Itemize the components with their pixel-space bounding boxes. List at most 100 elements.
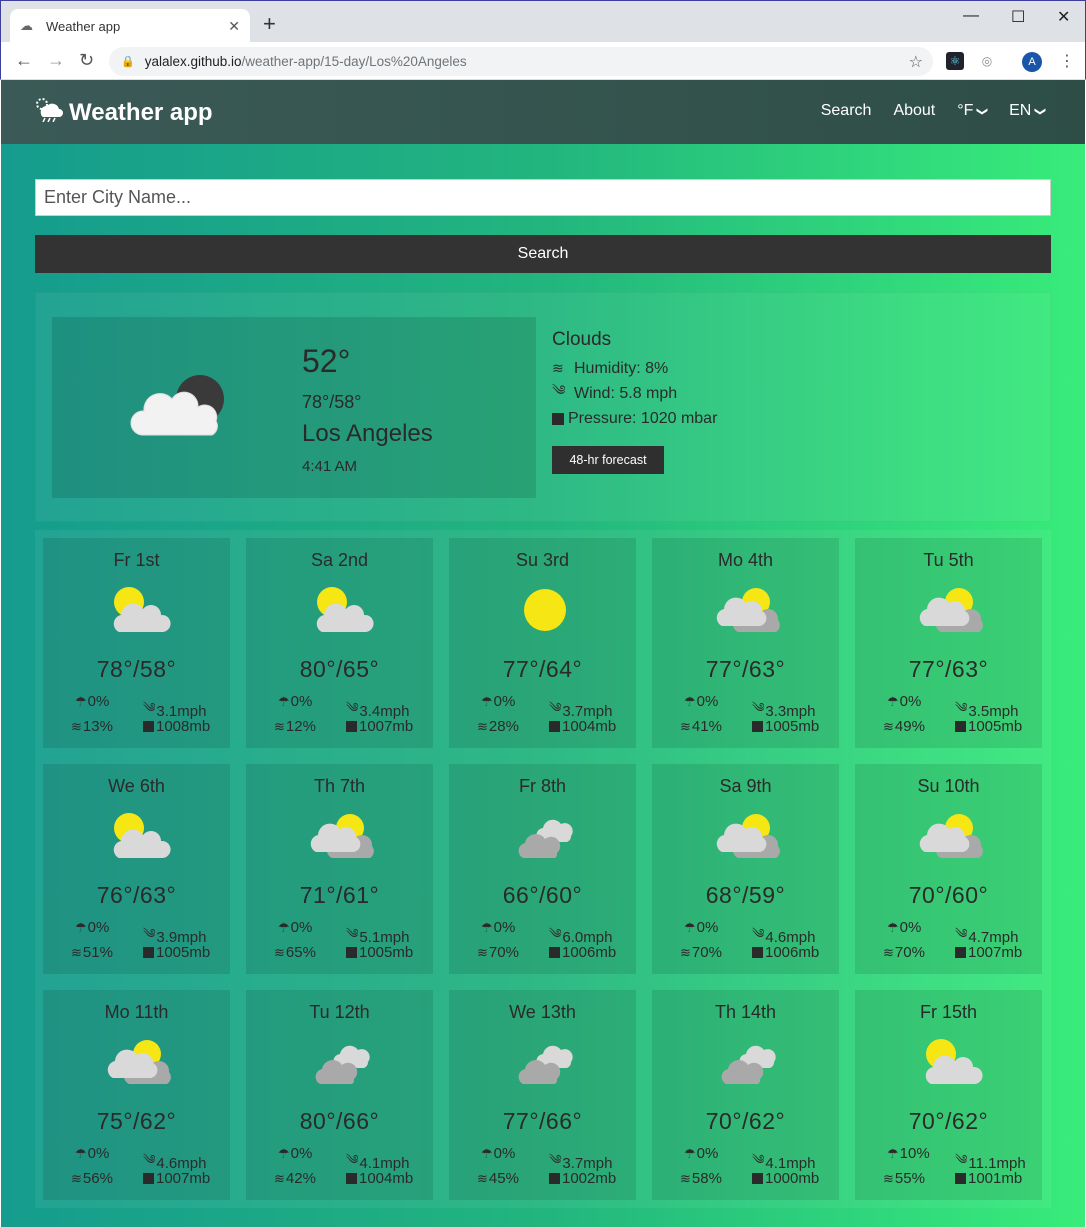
day-humidity: ≋ 13% — [71, 718, 113, 735]
forecast-day-card[interactable]: Su 10th 70°/60° ☂ 0% ༄ 4.7mph ≋ 70% 1007mb — [855, 764, 1042, 974]
humidity-value: 42% — [285, 1170, 316, 1187]
day-pressure: 1004mb — [346, 1170, 413, 1187]
umbrella-icon: ☂ — [481, 693, 493, 709]
reload-icon[interactable]: ↻ — [79, 50, 94, 70]
browser-menu-icon[interactable]: ⋮ — [1059, 51, 1075, 71]
forecast-day-card[interactable]: Tu 5th 77°/63° ☂ 0% ༄ 3.5mph ≋ 49% 1005mb — [855, 538, 1042, 748]
48hr-forecast-button[interactable]: 48-hr forecast — [552, 446, 664, 474]
humidity-value: 70% — [691, 944, 722, 961]
maximize-icon[interactable]: ☐ — [1011, 7, 1025, 27]
browser-titlebar: ☁ Weather app ✕ + — ☐ ✕ — [0, 0, 1086, 43]
react-devtools-icon[interactable]: ⚛ — [946, 52, 964, 70]
sun-cloud-icon — [107, 586, 171, 634]
minimize-icon[interactable]: — — [963, 7, 979, 25]
forecast-day-card[interactable]: Sa 9th 68°/59° ☂ 0% ༄ 4.6mph ≋ 70% 1006mb — [652, 764, 839, 974]
precip-value: 0% — [290, 693, 313, 710]
precip-value: 10% — [899, 1145, 930, 1162]
precip-value: 0% — [696, 693, 719, 710]
forecast-day-card[interactable]: Fr 1st 78°/58° ☂ 0% ༄ 3.1mph ≋ 13% 1008mb — [43, 538, 230, 748]
forecast-day-card[interactable]: Fr 15th 70°/62° ☂ 10% ༄ 11.1mph ≋ 55% 1001m… — [855, 990, 1042, 1200]
humidity-value: 56% — [82, 1170, 113, 1187]
humidity-icon: ≋ — [71, 1170, 82, 1186]
nav-links: Search About °F ❯ EN ❯ — [821, 102, 1046, 120]
tab-close-icon[interactable]: ✕ — [228, 18, 240, 35]
humidity-value: 41% — [691, 718, 722, 735]
day-temperature: 71°/61° — [299, 882, 380, 908]
forecast-day-card[interactable]: Th 14th 70°/62° ☂ 0% ༄ 4.1mph ≋ 58% 1000mb — [652, 990, 839, 1200]
day-pressure: 1005mb — [752, 718, 819, 735]
forward-icon[interactable]: → — [47, 50, 65, 70]
cloud-rain-logo-icon — [33, 96, 63, 129]
units-dropdown[interactable]: °F ❯ — [957, 102, 988, 120]
precip-value: 0% — [493, 919, 516, 936]
forecast-day-card[interactable]: Su 3rd 77°/64° ☂ 0% ༄ 3.7mph ≋ 28% 1004mb — [449, 538, 636, 748]
forecast-day-card[interactable]: Mo 11th 75°/62° ☂ 0% ༄ 4.6mph ≋ 56% 1007mb — [43, 990, 230, 1200]
new-tab-icon[interactable]: + — [263, 13, 276, 35]
browser-toolbar: ← → ↻ 🔒 yalalex.github.io/weather-app/15… — [0, 42, 1086, 80]
tab-title: Weather app — [46, 18, 121, 34]
language-dropdown[interactable]: EN ❯ — [1009, 102, 1046, 120]
city-search-input[interactable] — [35, 179, 1051, 216]
umbrella-icon: ☂ — [684, 693, 696, 709]
current-weather-card: 52° 78°/58° Los Angeles 4:41 AM — [52, 317, 536, 498]
day-precipitation: ☂ 0% — [684, 919, 718, 936]
day-pressure: 1007mb — [143, 1170, 210, 1187]
umbrella-icon: ☂ — [887, 693, 899, 709]
chevron-down-icon: ❯ — [975, 106, 988, 117]
day-pressure: 1005mb — [955, 718, 1022, 735]
day-pressure: 1005mb — [346, 944, 413, 961]
pressure-value: 1004mb — [359, 1170, 414, 1187]
pressure-value: 1005mb — [968, 718, 1023, 735]
precip-value: 0% — [290, 1145, 313, 1162]
day-name: Tu 12th — [309, 1002, 370, 1022]
brand[interactable]: Weather app — [33, 96, 213, 129]
address-bar[interactable]: 🔒 yalalex.github.io/weather-app/15-day/L… — [109, 47, 933, 76]
day-pressure: 1005mb — [143, 944, 210, 961]
profile-avatar[interactable]: A — [1022, 52, 1042, 72]
forecast-day-card[interactable]: Th 7th 71°/61° ☂ 0% ༄ 5.1mph ≋ 65% 1005mb — [246, 764, 433, 974]
current-time: 4:41 AM — [302, 458, 358, 475]
current-weather-panel: 52° 78°/58° Los Angeles 4:41 AM Clouds ≋… — [35, 292, 1051, 522]
forecast-day-card[interactable]: We 6th 76°/63° ☂ 0% ༄ 3.9mph ≋ 51% 1005mb — [43, 764, 230, 974]
browser-tab[interactable]: ☁ Weather app ✕ — [10, 9, 250, 43]
forecast-day-card[interactable]: We 13th 77°/66° ☂ 0% ༄ 3.7mph ≋ 45% 1002mb — [449, 990, 636, 1200]
clouds-icon — [310, 1038, 374, 1086]
day-precipitation: ☂ 0% — [75, 693, 109, 710]
day-temperature: 78°/58° — [96, 656, 177, 682]
search-button[interactable]: Search — [35, 235, 1051, 273]
clouds-icon — [513, 1038, 577, 1086]
day-temperature: 66°/60° — [502, 882, 583, 908]
app-navbar: Weather app Search About °F ❯ EN ❯ — [1, 80, 1085, 144]
umbrella-icon: ☂ — [75, 1145, 87, 1161]
forecast-day-card[interactable]: Sa 2nd 80°/65° ☂ 0% ༄ 3.4mph ≋ 12% 1007mb — [246, 538, 433, 748]
nav-about-link[interactable]: About — [893, 102, 935, 120]
back-icon[interactable]: ← — [15, 50, 33, 70]
forecast-day-card[interactable]: Tu 12th 80°/66° ☂ 0% ༄ 4.1mph ≋ 42% 1004mb — [246, 990, 433, 1200]
humidity-value: 49% — [894, 718, 925, 735]
day-humidity: ≋ 45% — [477, 1170, 519, 1187]
day-temperature: 77°/63° — [705, 656, 786, 682]
day-precipitation: ☂ 0% — [278, 919, 312, 936]
window-close-icon[interactable]: ✕ — [1057, 7, 1070, 27]
day-humidity: ≋ 56% — [71, 1170, 113, 1187]
day-temperature: 70°/62° — [908, 1108, 989, 1134]
day-precipitation: ☂ 0% — [75, 919, 109, 936]
extension-icon[interactable]: ◎ — [978, 52, 996, 70]
pressure-icon — [143, 1173, 154, 1184]
forecast-day-card[interactable]: Fr 8th 66°/60° ☂ 0% ༄ 6.0mph ≋ 70% 1006mb — [449, 764, 636, 974]
pressure-value: 1007mb — [359, 718, 414, 735]
day-pressure: 1000mb — [752, 1170, 819, 1187]
humidity-icon: ≋ — [680, 944, 691, 960]
nav-search-link[interactable]: Search — [821, 102, 872, 120]
pressure-value: 1007mb — [156, 1170, 211, 1187]
cloud-sun-icon — [107, 1038, 171, 1086]
forecast-day-card[interactable]: Mo 4th 77°/63° ☂ 0% ༄ 3.3mph ≋ 41% 1005mb — [652, 538, 839, 748]
pressure-value: 1005mb — [765, 718, 820, 735]
pressure-icon — [346, 947, 357, 958]
current-city: Los Angeles — [302, 420, 433, 447]
clouds-icon — [513, 812, 577, 860]
day-humidity: ≋ 58% — [680, 1170, 722, 1187]
pressure-icon — [346, 721, 357, 732]
bookmark-star-icon[interactable]: ☆ — [909, 52, 923, 72]
pressure-icon — [955, 1173, 966, 1184]
